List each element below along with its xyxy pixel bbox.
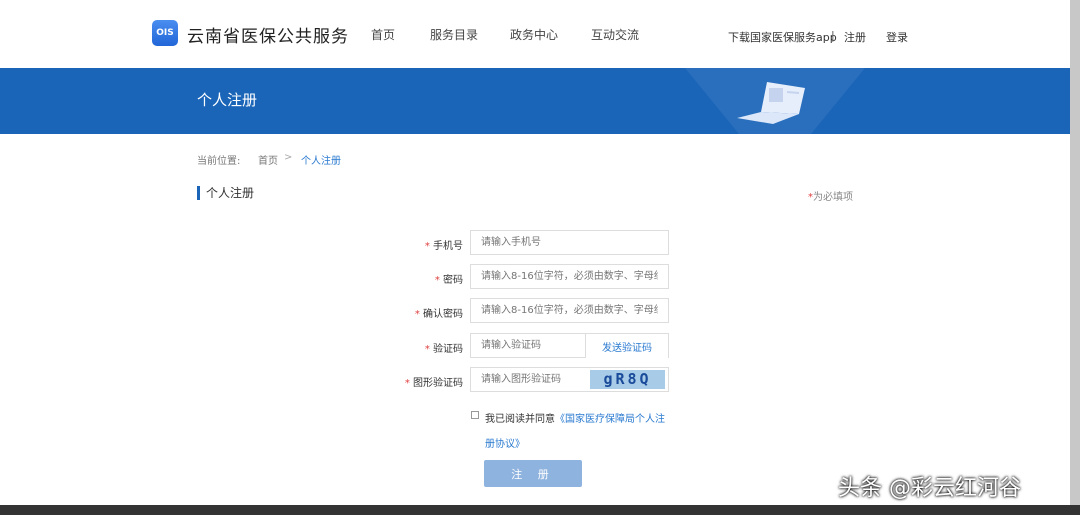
footer (0, 505, 1080, 515)
nav-gov-center[interactable]: 政务中心 (510, 26, 558, 43)
agree-checkbox[interactable] (471, 411, 479, 419)
confirm-password-input[interactable] (470, 298, 669, 323)
page-banner: 个人注册 (0, 68, 1070, 134)
laptop-icon (737, 82, 805, 124)
required-note: *为必填项 (808, 188, 853, 203)
watermark: 头条 @彩云红河谷 (838, 476, 1021, 501)
phone-label: * 手机号 (424, 241, 463, 252)
captcha-label: * 图形验证码 (404, 378, 463, 389)
password-input[interactable] (470, 264, 669, 289)
separator: | (831, 29, 835, 42)
logo[interactable]: OIS (152, 20, 178, 46)
required-note-text: 为必填项 (813, 192, 853, 203)
scrollbar[interactable] (1070, 0, 1080, 505)
confirm-password-label: * 确认密码 (414, 309, 463, 320)
password-label: * 密码 (434, 275, 463, 286)
breadcrumb-home[interactable]: 首页 (258, 152, 278, 167)
page-title: 个人注册 (197, 91, 258, 109)
phone-input[interactable] (470, 230, 669, 255)
section-title: 个人注册 (197, 186, 254, 200)
sms-code-input[interactable] (470, 333, 586, 358)
brand-name[interactable]: 云南省医保公共服务 (187, 22, 349, 47)
captcha-image[interactable]: gR8Q (590, 370, 665, 389)
sms-code-label: * 验证码 (424, 344, 463, 355)
download-app-link[interactable]: 下载国家医保服务app (728, 29, 837, 45)
breadcrumb-separator: > (284, 152, 293, 163)
nav-home[interactable]: 首页 (371, 26, 395, 43)
breadcrumb-label: 当前位置: (197, 156, 241, 167)
agree-text: 我已阅读并同意《国家医疗保障局个人注册协议》 (485, 414, 665, 450)
send-code-button[interactable]: 发送验证码 (602, 339, 652, 354)
register-link[interactable]: 注册 (844, 29, 866, 45)
nav-interaction[interactable]: 互动交流 (591, 26, 639, 43)
nav-service-catalog[interactable]: 服务目录 (430, 26, 478, 43)
top-header: OIS 云南省医保公共服务 首页 服务目录 政务中心 互动交流 下载国家医保服务… (0, 0, 1070, 68)
breadcrumb-current: 个人注册 (301, 156, 341, 167)
register-button[interactable]: 注 册 (484, 460, 582, 487)
login-link[interactable]: 登录 (886, 29, 908, 45)
